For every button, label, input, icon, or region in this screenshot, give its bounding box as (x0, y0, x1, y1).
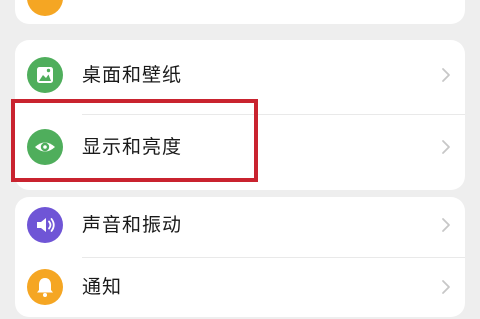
speaker-volume-icon (27, 207, 63, 243)
chevron-right-icon (441, 65, 451, 85)
settings-item-desktop-wallpaper[interactable]: 桌面和壁纸 (15, 43, 465, 107)
partial-orange-icon (27, 0, 63, 16)
settings-item-label: 显示和亮度 (82, 136, 183, 158)
wallpaper-image-icon (27, 57, 63, 93)
settings-item-sound-vibration[interactable]: 声音和振动 (15, 193, 465, 257)
settings-item-label: 通知 (82, 276, 123, 298)
settings-item-top-partial[interactable] (15, 0, 465, 30)
chevron-right-icon (441, 215, 451, 235)
settings-card-display: 桌面和壁纸 显示和亮度 (15, 40, 465, 190)
eye-display-icon (27, 129, 63, 165)
settings-item-label: 声音和振动 (82, 214, 183, 236)
chevron-right-icon (441, 277, 451, 297)
settings-card-top (15, 0, 465, 24)
settings-item-label: 桌面和壁纸 (82, 64, 183, 86)
settings-card-sound: 声音和振动 通知 (15, 197, 465, 317)
settings-item-display-brightness[interactable]: 显示和亮度 (15, 115, 465, 179)
chevron-right-icon (441, 137, 451, 157)
settings-item-notifications[interactable]: 通知 (15, 255, 465, 319)
